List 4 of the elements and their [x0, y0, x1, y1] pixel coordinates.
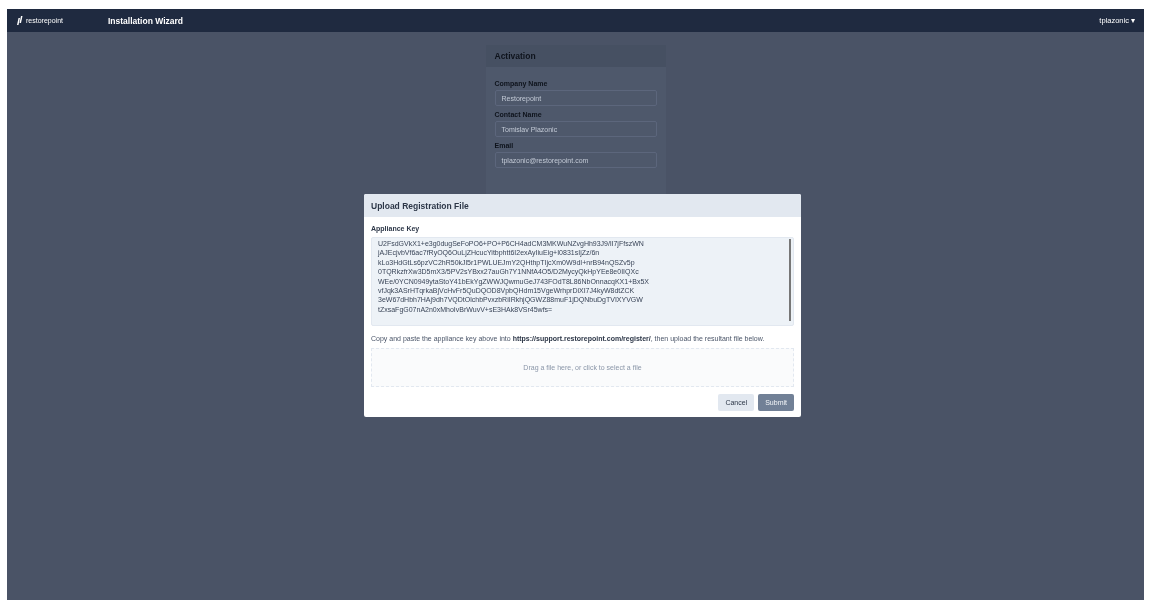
- card-title: Activation: [494, 51, 536, 61]
- dialog-title: Upload Registration File: [371, 200, 469, 211]
- app-title: Installation Wizard: [108, 15, 183, 26]
- logo-icon: [16, 16, 23, 25]
